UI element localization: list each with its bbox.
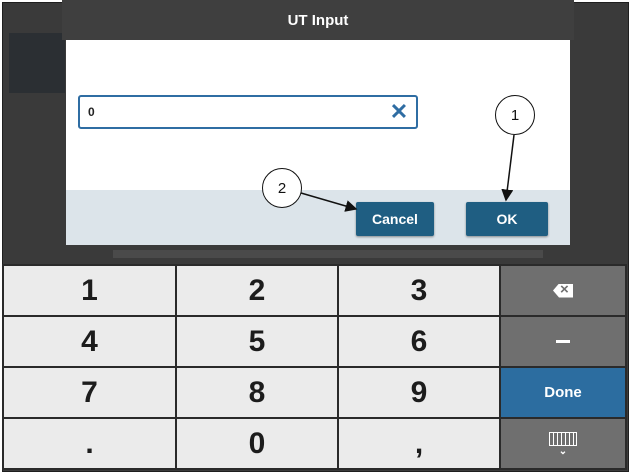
background-strip [113,250,543,258]
key-comma[interactable]: , [339,419,499,468]
backspace-icon [553,283,573,298]
key-5[interactable]: 5 [177,317,337,366]
key-2[interactable]: 2 [177,266,337,315]
backspace-key[interactable] [501,266,625,315]
dialog-title: UT Input [62,0,574,40]
key-0[interactable]: 0 [177,419,337,468]
key-1[interactable]: 1 [4,266,175,315]
minus-icon [556,340,570,343]
numeric-keypad: 1 2 3 4 5 6 7 8 9 Done . 0 , ⌄ [2,264,627,470]
key-3[interactable]: 3 [339,266,499,315]
keyboard-hide-icon: ⌄ [549,431,577,456]
minus-key[interactable] [501,317,625,366]
hide-keyboard-key[interactable]: ⌄ [501,419,625,468]
callout-2: 2 [262,168,302,208]
ok-button[interactable]: OK [466,202,548,236]
key-decimal[interactable]: . [4,419,175,468]
callout-1: 1 [495,95,535,135]
key-4[interactable]: 4 [4,317,175,366]
done-key[interactable]: Done [501,368,625,417]
clear-icon[interactable]: ✕ [388,100,410,124]
key-6[interactable]: 6 [339,317,499,366]
key-8[interactable]: 8 [177,368,337,417]
key-9[interactable]: 9 [339,368,499,417]
value-input[interactable]: 0 ✕ [78,95,418,129]
cancel-button[interactable]: Cancel [356,202,434,236]
input-value: 0 [88,105,95,119]
background-tile [9,33,65,93]
key-7[interactable]: 7 [4,368,175,417]
